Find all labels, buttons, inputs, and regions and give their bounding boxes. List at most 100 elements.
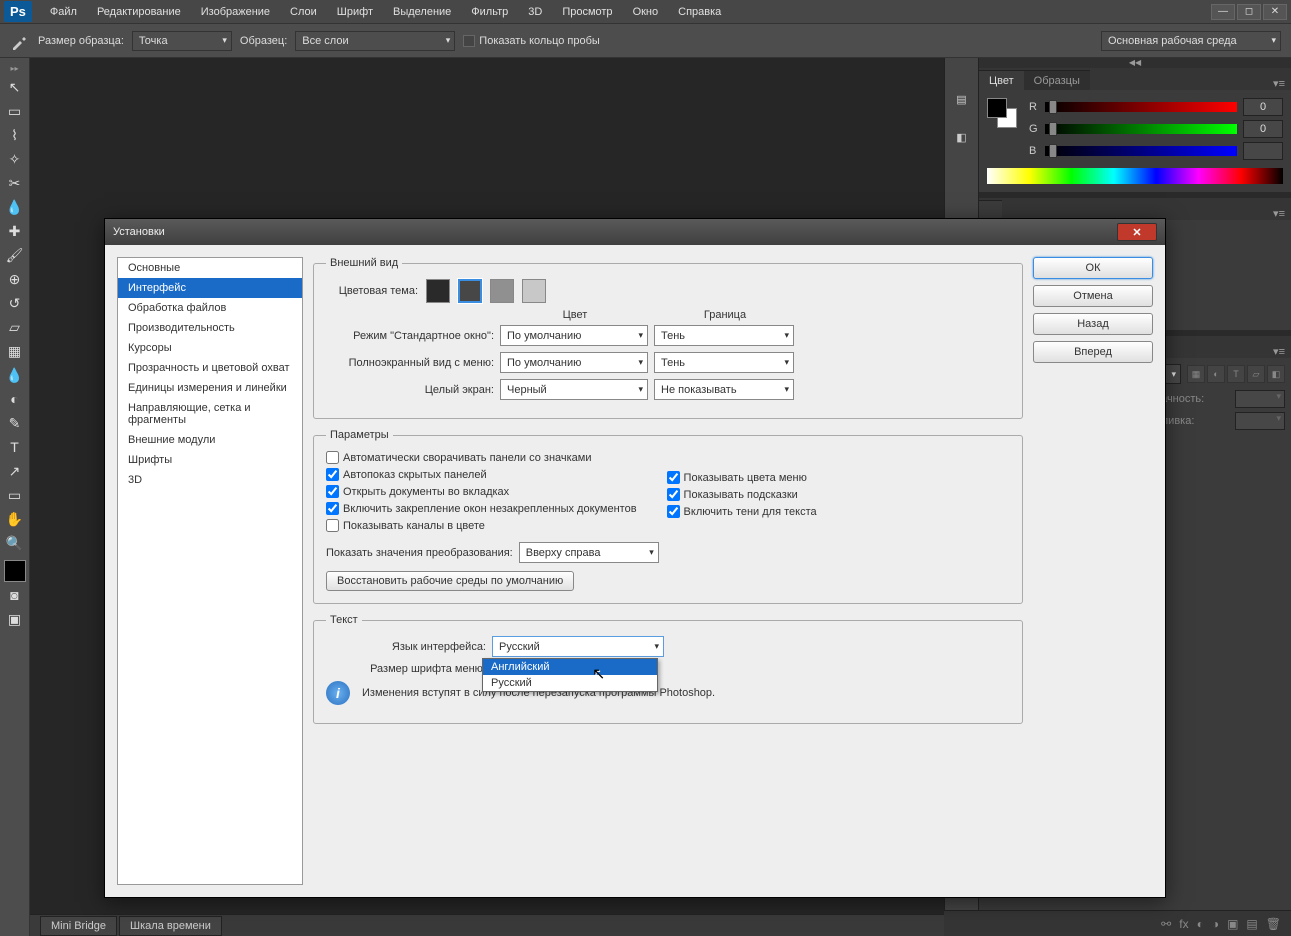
sidebar-item-guides[interactable]: Направляющие, сетка и фрагменты [118,398,302,430]
path-select-tool-icon[interactable]: ↗ [3,460,27,482]
swatches-tab[interactable]: Образцы [1024,70,1090,90]
foreground-color-swatch[interactable] [4,560,26,582]
blur-tool-icon[interactable]: 💧 [3,364,27,386]
auto-show-checkbox[interactable]: Автопоказ скрытых панелей [326,468,637,481]
menu-image[interactable]: Изображение [191,2,280,22]
menu-file[interactable]: Файл [40,2,87,22]
workspace-select[interactable]: Основная рабочая среда [1101,31,1281,51]
zoom-tool-icon[interactable]: 🔍 [3,532,27,554]
show-ring-checkbox[interactable]: Показать кольцо пробы [463,35,600,47]
auto-collapse-checkbox[interactable]: Автоматически сворачивать панели со знач… [326,451,637,464]
new-layer-icon[interactable]: ▤ [1246,917,1257,931]
r-value[interactable]: 0 [1243,98,1283,116]
sidebar-item-3d[interactable]: 3D [118,470,302,490]
menu-3d[interactable]: 3D [518,2,552,22]
menu-select[interactable]: Выделение [383,2,461,22]
lang-option-english[interactable]: Английский [483,659,657,675]
trash-icon[interactable]: 🗑 [1266,917,1281,931]
sample-select[interactable]: Все слои [295,31,455,51]
pen-tool-icon[interactable]: ✎ [3,412,27,434]
menu-view[interactable]: Просмотр [552,2,622,22]
history-panel-icon[interactable]: ▤ [951,88,973,110]
hand-tool-icon[interactable]: ✋ [3,508,27,530]
ok-button[interactable]: ОК [1033,257,1153,279]
theme-swatch-3[interactable] [490,279,514,303]
r-slider[interactable] [1045,102,1237,112]
quickmask-icon[interactable]: ◙ [3,584,27,606]
filter-icon-2[interactable]: ◐ [1207,365,1225,383]
panel-collapse-icon[interactable]: ◀◀ [979,58,1291,68]
filter-icon-4[interactable]: ▱ [1247,365,1265,383]
g-value[interactable]: 0 [1243,120,1283,138]
sidebar-item-performance[interactable]: Производительность [118,318,302,338]
restore-workspaces-button[interactable]: Восстановить рабочие среды по умолчанию [326,571,574,591]
open-tabs-checkbox[interactable]: Открыть документы во вкладках [326,485,637,498]
marquee-tool-icon[interactable]: ▭ [3,100,27,122]
filter-icon-1[interactable]: ▦ [1187,365,1205,383]
theme-swatch-4[interactable] [522,279,546,303]
fill-select[interactable] [1235,412,1285,430]
mask-icon[interactable]: ◐ [1197,917,1204,931]
enable-text-shadow-checkbox[interactable]: Включить тени для текста [667,505,817,518]
show-menu-colors-checkbox[interactable]: Показывать цвета меню [667,471,817,484]
shape-tool-icon[interactable]: ▭ [3,484,27,506]
eyedropper-tool-icon[interactable]: 💧 [3,196,27,218]
show-tooltips-checkbox[interactable]: Показывать подсказки [667,488,817,501]
brush-tool-icon[interactable]: 🖌 [3,244,27,266]
menu-help[interactable]: Справка [668,2,731,22]
link-icon[interactable]: ⚯ [1161,917,1171,931]
color-tab[interactable]: Цвет [979,70,1024,90]
type-tool-icon[interactable]: T [3,436,27,458]
adjust-icon[interactable]: ◑ [1212,917,1219,931]
stamp-tool-icon[interactable]: ⊕ [3,268,27,290]
close-button[interactable]: ✕ [1263,4,1287,20]
b-slider[interactable] [1045,146,1237,156]
filter-icon-3[interactable]: T [1227,365,1245,383]
timeline-tab[interactable]: Шкала времени [119,916,222,936]
back-button[interactable]: Назад [1033,313,1153,335]
theme-swatch-1[interactable] [426,279,450,303]
sidebar-item-general[interactable]: Основные [118,258,302,278]
gradient-tool-icon[interactable]: ▦ [3,340,27,362]
sidebar-item-interface[interactable]: Интерфейс [118,278,302,298]
spectrum-bar[interactable] [987,168,1283,184]
sidebar-item-filehandling[interactable]: Обработка файлов [118,298,302,318]
dialog-close-button[interactable]: ✕ [1117,223,1157,241]
folder-icon[interactable]: ▣ [1227,917,1238,931]
toolbox-expand[interactable]: ▸▸ [0,64,29,74]
forward-button[interactable]: Вперед [1033,341,1153,363]
cancel-button[interactable]: Отмена [1033,285,1153,307]
history-brush-tool-icon[interactable]: ↺ [3,292,27,314]
sample-size-select[interactable]: Точка [132,31,232,51]
transform-values-select[interactable]: Вверху справа [519,542,659,563]
panel-menu-icon-3[interactable]: ▾≡ [1267,345,1291,358]
sidebar-item-units[interactable]: Единицы измерения и линейки [118,378,302,398]
mini-bridge-tab[interactable]: Mini Bridge [40,916,117,936]
standard-color-select[interactable]: По умолчанию [500,325,648,346]
heal-tool-icon[interactable]: ✚ [3,220,27,242]
enable-dock-checkbox[interactable]: Включить закрепление окон незакрепленных… [326,502,637,515]
maximize-button[interactable]: ◻ [1237,4,1261,20]
sidebar-item-cursors[interactable]: Курсоры [118,338,302,358]
screenmode-icon[interactable]: ▣ [3,608,27,630]
fullscreen-border-select[interactable]: Не показывать [654,379,794,400]
fullscreen-color-select[interactable]: Черный [500,379,648,400]
lang-option-russian[interactable]: Русский [483,675,657,691]
menu-layers[interactable]: Слои [280,2,327,22]
move-tool-icon[interactable]: ↖ [3,76,27,98]
crop-tool-icon[interactable]: ✂ [3,172,27,194]
fx-icon[interactable]: fx [1179,917,1188,931]
lasso-tool-icon[interactable]: ⌇ [3,124,27,146]
eraser-tool-icon[interactable]: ▱ [3,316,27,338]
sidebar-item-type[interactable]: Шрифты [118,450,302,470]
menu-edit[interactable]: Редактирование [87,2,191,22]
sidebar-item-transparency[interactable]: Прозрачность и цветовой охват [118,358,302,378]
filter-icon-5[interactable]: ◧ [1267,365,1285,383]
lang-select[interactable]: Русский [492,636,664,657]
standard-border-select[interactable]: Тень [654,325,794,346]
fullscreen-menu-color-select[interactable]: По умолчанию [500,352,648,373]
minimize-button[interactable]: — [1211,4,1235,20]
g-slider[interactable] [1045,124,1237,134]
adjustments-tab[interactable] [979,200,1002,220]
menu-type[interactable]: Шрифт [327,2,383,22]
